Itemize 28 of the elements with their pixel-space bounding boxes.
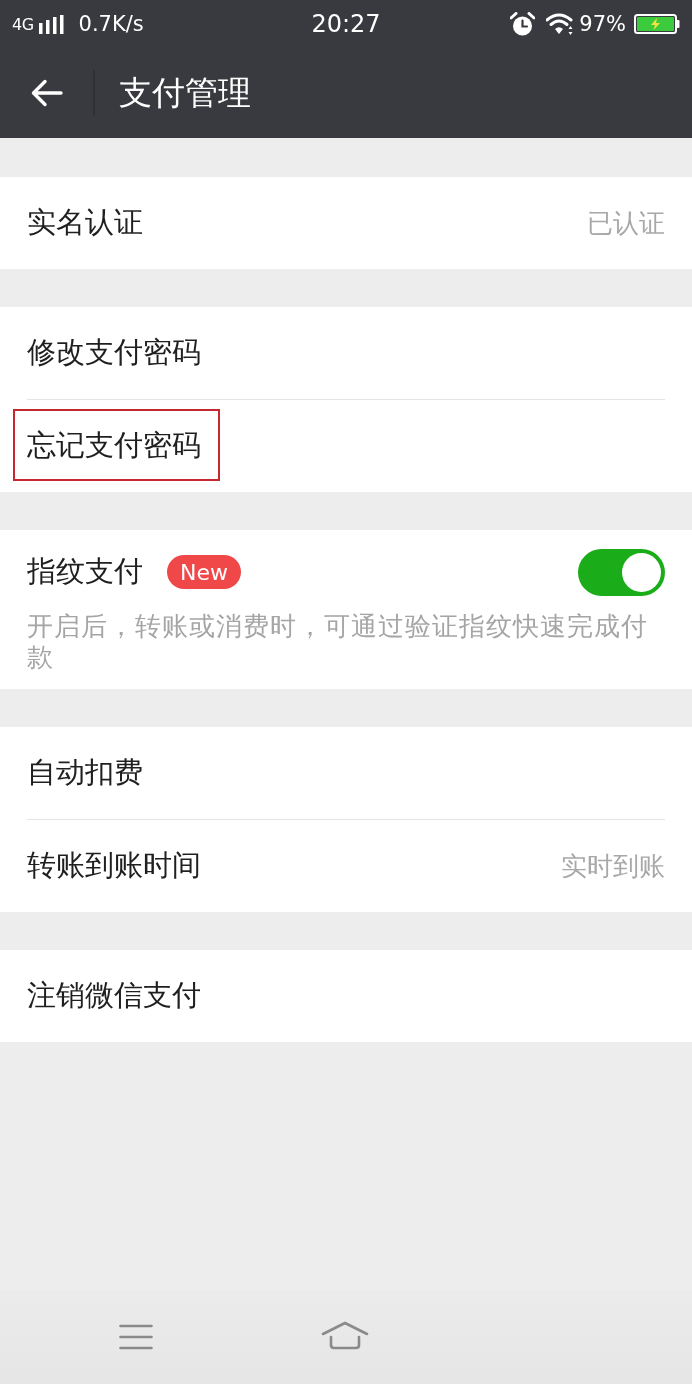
network-type: 4G: [12, 14, 34, 34]
settings-row[interactable]: 转账到账时间 实时到账: [0, 820, 692, 912]
settings-row[interactable]: 自动扣费: [0, 727, 692, 819]
row-value: 实时到账: [561, 849, 665, 883]
row-value: 已认证: [587, 206, 665, 240]
back-arrow-icon[interactable]: [30, 79, 63, 107]
menu-icon[interactable]: [119, 1324, 153, 1350]
alarm-clock-icon: [510, 11, 536, 37]
clock-time: 20:27: [311, 10, 381, 38]
row-label: 转账到账时间: [27, 848, 201, 882]
row-label: 忘记支付密码: [27, 428, 201, 462]
row-label: 修改支付密码: [27, 335, 201, 369]
toggle-switch[interactable]: [578, 548, 665, 596]
settings-row[interactable]: 实名认证 已认证: [0, 177, 692, 269]
page-title: 支付管理: [119, 71, 251, 114]
home-icon[interactable]: [321, 1321, 369, 1350]
row-description: 开启后，转账或消费时，可通过验证指纹快速完成付款: [27, 611, 649, 673]
row-label: 指纹支付: [27, 554, 143, 588]
network-speed: 0.7K/s: [78, 12, 144, 36]
new-badge: New: [167, 555, 241, 589]
row-label: 自动扣费: [27, 755, 143, 789]
settings-row[interactable]: 注销微信支付: [0, 950, 692, 1042]
settings-row[interactable]: 修改支付密码: [0, 307, 692, 399]
row-label: 实名认证: [27, 205, 143, 239]
signal-icon: [38, 14, 64, 34]
battery-percent: 97%: [579, 12, 626, 36]
row-label: 注销微信支付: [27, 978, 201, 1012]
settings-row[interactable]: 忘记支付密码: [0, 400, 692, 492]
